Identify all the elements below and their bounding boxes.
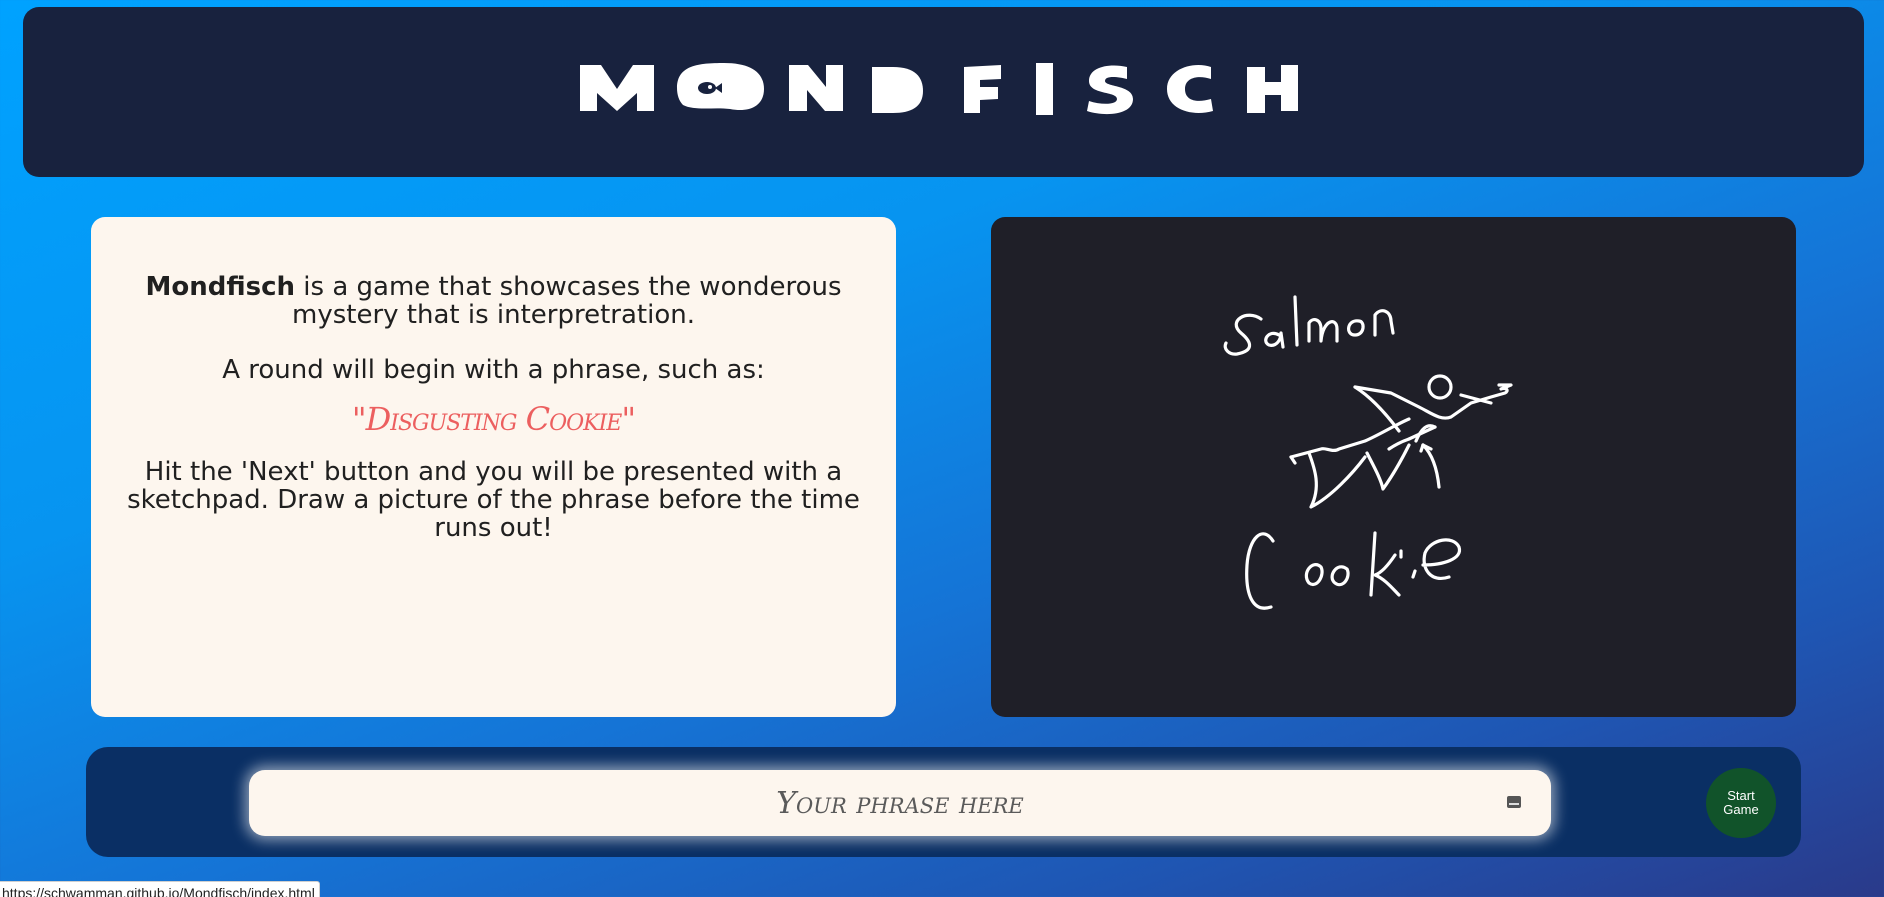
phrase-input[interactable]: [249, 770, 1551, 836]
keyboard-icon[interactable]: [1507, 796, 1521, 808]
mondfisch-logo: [580, 63, 1298, 115]
start-game-button[interactable]: Start Game: [1706, 768, 1776, 838]
sketch-fish-figure: [1289, 374, 1513, 509]
info-card: Mondfisch is a game that showcases the w…: [91, 217, 896, 717]
sketch-drawing: [1223, 295, 1513, 610]
intro-text: is a game that showcases the wonderous m…: [292, 272, 842, 330]
round-text: A round will begin with a phrase, such a…: [222, 355, 765, 385]
sketch-preview: [991, 217, 1796, 717]
example-phrase: "Disgusting Cookie": [351, 400, 636, 438]
handwritten-word-salmon: [1223, 295, 1395, 356]
bottom-bar: Start Game: [86, 747, 1801, 857]
intro-paragraph: Mondfisch is a game that showcases the w…: [121, 273, 866, 329]
handwritten-word-cookie: [1245, 531, 1462, 610]
status-bar-url: https://schwamman.github.io/Mondfisch/in…: [0, 881, 320, 897]
instructions-text: Hit the 'Next' button and you will be pr…: [127, 457, 860, 543]
phrase-input-container: [249, 770, 1551, 836]
game-name: Mondfisch: [145, 272, 296, 302]
header-bar: [23, 7, 1864, 177]
